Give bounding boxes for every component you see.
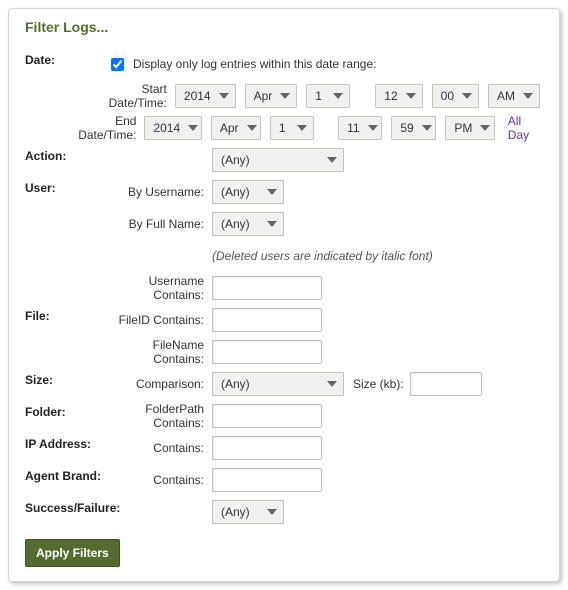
end-day-select[interactable]: 1	[270, 116, 314, 140]
start-date-label: Start Date/Time:	[90, 82, 175, 110]
chevron-down-icon	[280, 93, 290, 99]
end-ampm-select[interactable]: PM	[445, 116, 494, 140]
chevron-down-icon	[219, 93, 229, 99]
end-month-select[interactable]: Apr	[211, 116, 261, 140]
apply-filters-button[interactable]: Apply Filters	[25, 539, 120, 567]
size-kb-input[interactable]	[410, 372, 482, 396]
section-size-label: Size:	[25, 369, 107, 387]
success-failure-select[interactable]: (Any)	[212, 500, 284, 524]
agent-contains-input[interactable]	[212, 468, 322, 492]
comparison-label: Comparison:	[107, 377, 212, 391]
ip-contains-label: Contains:	[107, 441, 212, 455]
chevron-down-icon	[297, 125, 307, 131]
section-date-label: Date:	[25, 49, 107, 67]
username-contains-label: Username Contains:	[107, 274, 212, 302]
agent-contains-label: Contains:	[107, 473, 212, 487]
chevron-down-icon	[333, 93, 343, 99]
filter-logs-panel: Filter Logs... Date: Display only log en…	[8, 8, 560, 582]
start-ampm-select[interactable]: AM	[488, 84, 540, 108]
chevron-down-icon	[406, 93, 416, 99]
chevron-down-icon	[462, 93, 472, 99]
all-day-link[interactable]: All Day	[508, 114, 543, 142]
section-agent-label: Agent Brand:	[25, 465, 107, 483]
section-action-label: Action:	[25, 145, 107, 163]
chevron-down-icon	[368, 125, 378, 131]
chevron-down-icon	[188, 125, 198, 131]
end-date-label: End Date/Time:	[76, 114, 144, 142]
chevron-down-icon	[267, 189, 277, 195]
chevron-down-icon	[480, 125, 490, 131]
fileid-contains-input[interactable]	[212, 308, 322, 332]
username-contains-input[interactable]	[212, 276, 322, 300]
by-fullname-label: By Full Name:	[107, 217, 212, 231]
by-username-label: By Username:	[107, 185, 212, 199]
end-minute-select[interactable]: 59	[391, 116, 436, 140]
date-range-checkbox[interactable]	[111, 58, 124, 71]
fileid-contains-label: FileID Contains:	[107, 313, 212, 327]
end-year-select[interactable]: 2014	[144, 116, 201, 140]
size-kb-label: Size (kb):	[353, 377, 404, 391]
chevron-down-icon	[523, 93, 533, 99]
chevron-down-icon	[422, 125, 432, 131]
by-username-select[interactable]: (Any)	[212, 180, 284, 204]
chevron-down-icon	[247, 125, 257, 131]
section-success-label: Success/Failure:	[25, 497, 130, 515]
date-range-checkbox-label: Display only log entries within this dat…	[133, 57, 376, 71]
start-day-select[interactable]: 1	[306, 84, 350, 108]
chevron-down-icon	[327, 157, 337, 163]
section-ip-label: IP Address:	[25, 433, 107, 451]
deleted-users-note: (Deleted users are indicated by italic f…	[212, 249, 543, 263]
end-hour-select[interactable]: 11	[338, 116, 382, 140]
panel-title: Filter Logs...	[25, 19, 543, 35]
filename-contains-input[interactable]	[212, 340, 322, 364]
start-minute-select[interactable]: 00	[432, 84, 479, 108]
folderpath-contains-input[interactable]	[212, 404, 322, 428]
start-hour-select[interactable]: 12	[375, 84, 422, 108]
folderpath-contains-label: FolderPath Contains:	[107, 402, 212, 430]
filename-contains-label: FileName Contains:	[107, 338, 212, 366]
by-fullname-select[interactable]: (Any)	[212, 212, 284, 236]
action-select[interactable]: (Any)	[212, 148, 344, 172]
chevron-down-icon	[267, 221, 277, 227]
start-year-select[interactable]: 2014	[175, 84, 236, 108]
comparison-select[interactable]: (Any)	[212, 372, 344, 396]
chevron-down-icon	[327, 381, 337, 387]
start-month-select[interactable]: Apr	[245, 84, 298, 108]
chevron-down-icon	[267, 509, 277, 515]
section-folder-label: Folder:	[25, 401, 107, 419]
section-file-label: File:	[25, 305, 107, 323]
ip-contains-input[interactable]	[212, 436, 322, 460]
section-user-label: User:	[25, 177, 107, 195]
